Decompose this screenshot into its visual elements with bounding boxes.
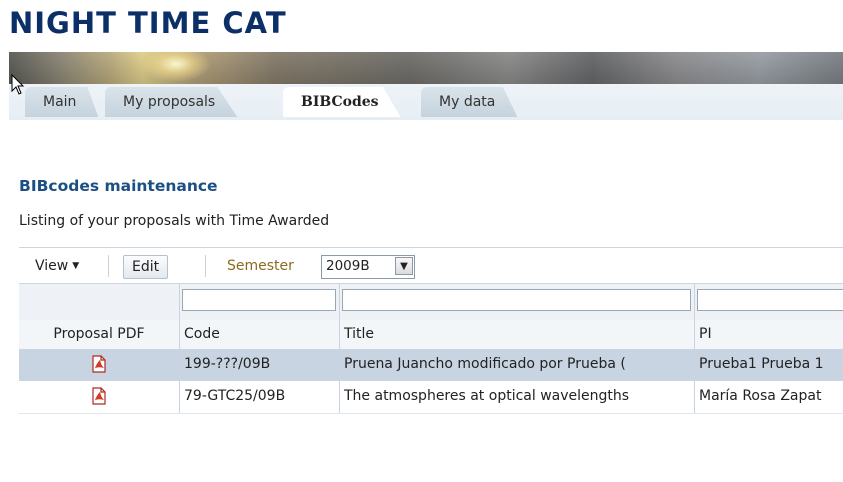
table-row[interactable]: 199-???/09B Pruena Juancho modificado po… [19, 349, 843, 382]
title-filter-input[interactable] [342, 289, 691, 311]
pdf-icon[interactable] [91, 387, 107, 405]
tab-bar: Main My proposals BIBCodes My data [9, 84, 843, 120]
title-cell: Pruena Juancho modificado por Prueba ( [340, 349, 695, 381]
caret-down-icon: ▼ [72, 261, 80, 271]
filter-cell-code [180, 284, 340, 321]
tab-my-proposals[interactable]: My proposals [105, 87, 238, 117]
filter-cell-title [340, 284, 695, 321]
view-menu-label: View [35, 258, 69, 274]
semester-select[interactable]: 2009B ▼ [321, 255, 415, 279]
table-row[interactable]: 79-GTC25/09B The atmospheres at optical … [19, 381, 843, 414]
column-header-pi[interactable]: PI [695, 320, 843, 349]
view-menu[interactable]: View ▼ [35, 258, 79, 274]
column-header-code[interactable]: Code [180, 320, 340, 349]
table-header: Proposal PDF Code Title PI [19, 320, 843, 350]
pi-cell: Prueba1 Prueba 1 [699, 356, 824, 372]
main-content: BIBcodes maintenance Listing of your pro… [9, 120, 843, 482]
semester-label: Semester [227, 258, 294, 274]
column-header-title[interactable]: Title [340, 320, 695, 349]
filter-cell-pi [695, 284, 843, 321]
app-title: NIGHT TIME CAT [9, 6, 287, 40]
page-subtitle: Listing of your proposals with Time Awar… [19, 213, 330, 229]
filter-cell-pdf [19, 284, 180, 321]
filter-row [19, 283, 843, 322]
tab-main[interactable]: Main [25, 87, 99, 117]
toolbar-divider [108, 255, 109, 277]
pi-filter-input[interactable] [697, 289, 843, 311]
tab-bibcodes[interactable]: BIBCodes [283, 87, 401, 117]
mouse-cursor-icon [11, 74, 25, 95]
page-title: BIBcodes maintenance [19, 177, 218, 195]
semester-value: 2009B [326, 258, 370, 274]
table-toolbar: View ▼ Edit Semester 2009B ▼ [19, 247, 843, 284]
pdf-icon[interactable] [91, 355, 107, 373]
code-filter-input[interactable] [182, 289, 336, 311]
column-header-proposal-pdf[interactable]: Proposal PDF [19, 320, 180, 349]
pi-cell: María Rosa Zapat [699, 388, 822, 404]
pdf-cell [19, 381, 180, 413]
code-cell: 199-???/09B [180, 349, 340, 381]
tab-my-data[interactable]: My data [421, 87, 518, 117]
code-cell: 79-GTC25/09B [180, 381, 340, 413]
toolbar-divider [205, 255, 206, 277]
pdf-cell [19, 349, 180, 381]
banner-glow [141, 52, 211, 82]
dropdown-arrow-icon[interactable]: ▼ [395, 257, 413, 275]
title-cell: The atmospheres at optical wavelengths [340, 381, 695, 413]
edit-button[interactable]: Edit [123, 255, 169, 279]
header-banner [9, 52, 843, 86]
